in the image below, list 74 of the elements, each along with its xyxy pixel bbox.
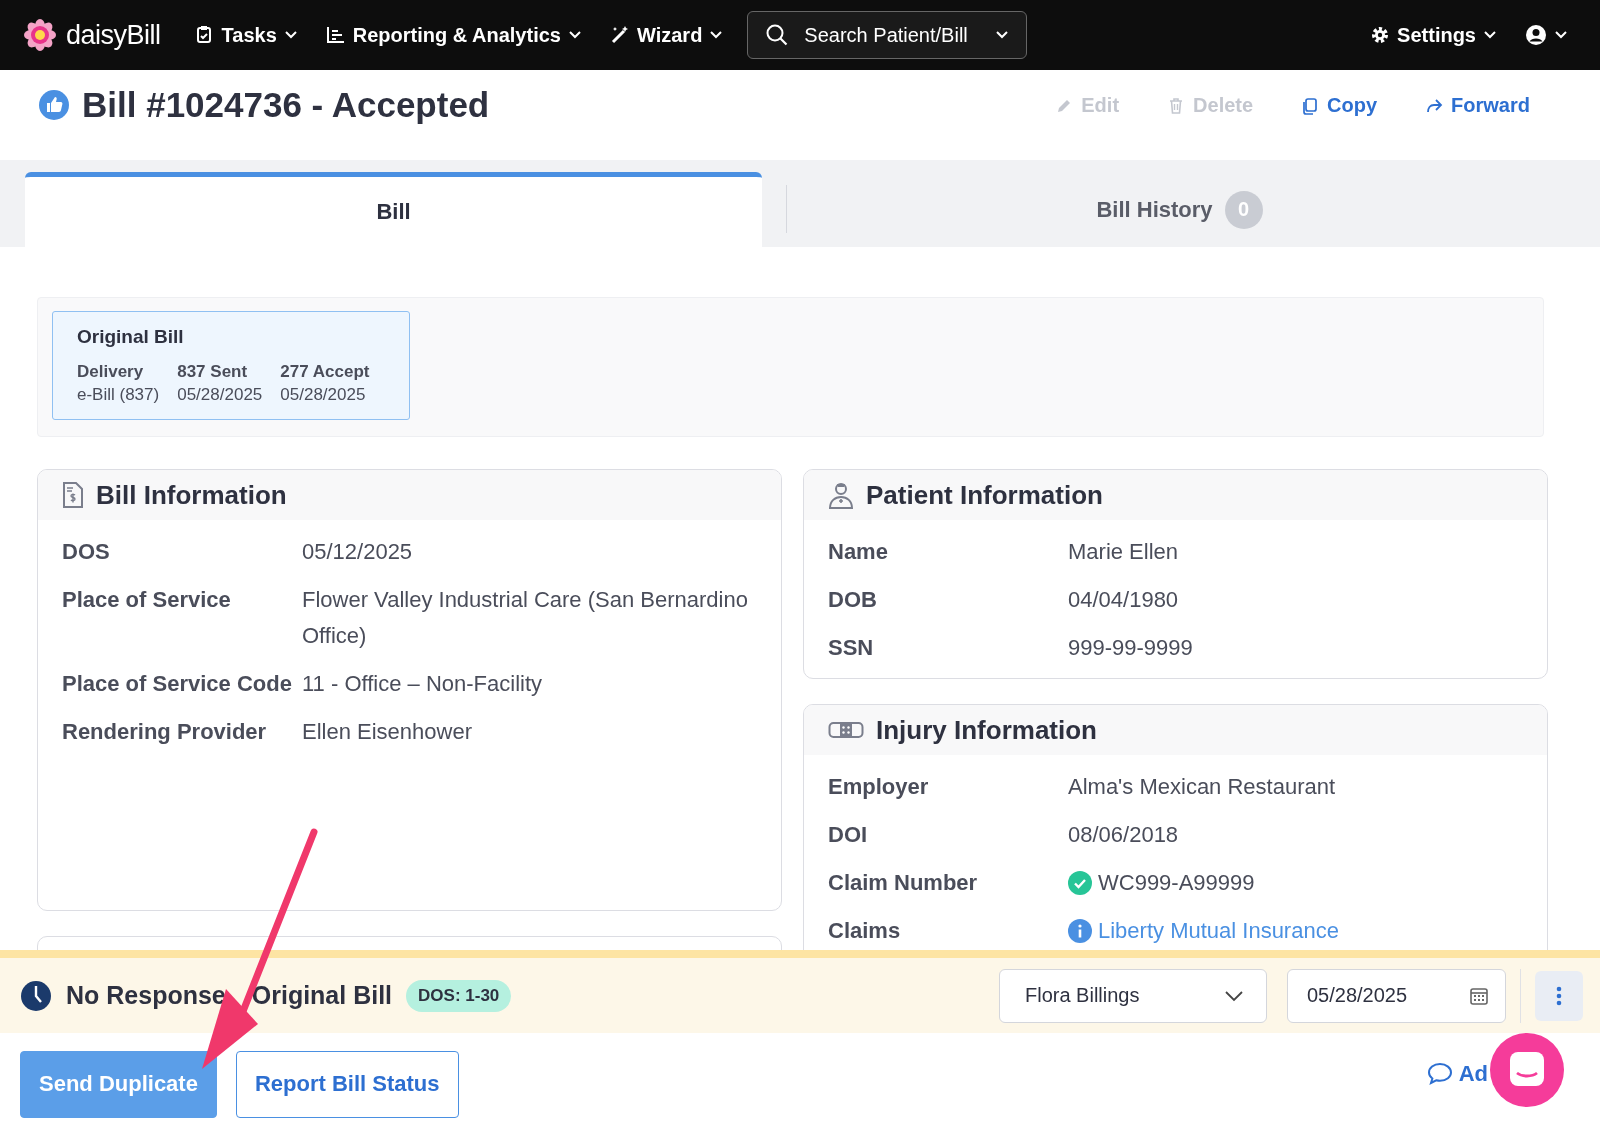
tab[interactable]: Bill xyxy=(25,172,762,247)
action-button[interactable]: Report Bill Status xyxy=(235,1050,459,1118)
speech-bubble-icon xyxy=(1426,1062,1453,1086)
field-value: WC999-A99999 xyxy=(1098,869,1255,897)
field-value: Alma's Mexican Restaurant xyxy=(1068,773,1336,801)
field-label: DOB xyxy=(828,586,878,614)
check-circle-icon xyxy=(1068,871,1092,895)
settings-menu[interactable]: Settings xyxy=(1360,23,1507,47)
logo-text: daisyBill xyxy=(66,19,161,51)
page-title: Bill #1024736 - Accepted xyxy=(82,84,490,126)
field-label: DOI xyxy=(828,821,869,849)
info-icon xyxy=(1068,919,1092,943)
action-link[interactable]: Copy xyxy=(1301,94,1378,117)
assignee-dropdown[interactable]: Flora Billings xyxy=(999,968,1267,1023)
kebab-icon xyxy=(1556,985,1562,1006)
card-title: Injury Information xyxy=(876,714,1097,746)
flower-icon xyxy=(24,19,56,51)
magic-wand-icon xyxy=(609,25,630,45)
field-label: SSN xyxy=(828,634,875,662)
insurer-link[interactable]: Liberty Mutual Insurance xyxy=(1098,913,1339,949)
field-value: 08/06/2018 xyxy=(1068,821,1179,849)
field-label: Place of Service Code xyxy=(62,670,293,698)
date-field[interactable]: 05/28/2025 xyxy=(1287,968,1506,1023)
chevron-down-icon xyxy=(1224,989,1244,1002)
chevron-down-icon xyxy=(709,30,724,40)
column-value: 05/28/2025 xyxy=(280,385,367,405)
field-value: 999-99-9999 xyxy=(1068,634,1193,662)
field-value: Flower Valley Industrial Care (San Bernardino Office) xyxy=(302,586,749,650)
calendar-icon xyxy=(1469,985,1489,1006)
field-value: 05/12/2025 xyxy=(302,538,413,566)
column-value: e-Bill (837) xyxy=(77,385,160,405)
column-heading: Delivery xyxy=(77,362,145,382)
column-value: 05/28/2025 xyxy=(177,385,263,405)
clock-icon xyxy=(20,979,52,1012)
field-label: Place of Service xyxy=(62,586,232,614)
column-heading: 837 Sent xyxy=(177,362,249,382)
field-value: Ellen Eisenhower xyxy=(302,718,472,746)
field-label: Employer xyxy=(828,773,930,801)
task-title: No Response xyxy=(66,981,226,1010)
user-avatar-icon xyxy=(1525,24,1547,46)
chat-bubble-button-icon[interactable] xyxy=(1490,1033,1564,1107)
field-label: DOS xyxy=(62,538,111,566)
chevron-down-icon xyxy=(283,30,298,40)
thumbs-up-icon xyxy=(38,89,70,121)
card-title: Bill Information xyxy=(96,479,287,511)
bandage-icon xyxy=(828,720,864,740)
field-value: Marie Ellen xyxy=(1068,538,1179,566)
document-dollar-icon xyxy=(62,481,84,509)
chevron-down-icon xyxy=(567,30,582,40)
column-heading: 277 Accept xyxy=(280,362,370,382)
card-title: Patient Information xyxy=(866,479,1103,511)
chevron-down-icon xyxy=(1554,30,1568,40)
task-title: Original Bill xyxy=(251,981,393,1010)
add-note-link[interactable]: Ad xyxy=(1426,1061,1488,1087)
nav-menu[interactable]: Wizard xyxy=(599,23,734,47)
field-label: Name xyxy=(828,538,889,566)
field-value: 11 - Office – Non-Facility xyxy=(302,670,543,698)
nav-menu[interactable]: Tasks xyxy=(184,23,308,47)
field-label: Claims xyxy=(828,917,902,945)
copy-icon xyxy=(1301,96,1320,115)
dos-badge: DOS: 1-30 xyxy=(406,979,512,1012)
field-label: Rendering Provider xyxy=(62,718,268,746)
field-label: Claim Number xyxy=(828,869,979,897)
chevron-down-icon xyxy=(995,30,1010,40)
share-arrow-icon xyxy=(1425,96,1444,115)
card-title: Original Bill xyxy=(77,326,185,348)
settings-icon xyxy=(1370,25,1391,45)
search-field[interactable]: Search Patient/Bill xyxy=(747,11,1028,59)
person-icon xyxy=(828,481,854,509)
chevron-down-icon xyxy=(1483,30,1497,40)
field-value: 04/04/1980 xyxy=(1068,586,1179,614)
nav-menu[interactable]: Reporting & Analytics xyxy=(315,23,592,47)
bar-chart-icon xyxy=(325,25,346,45)
action-link[interactable]: Forward xyxy=(1425,94,1530,117)
